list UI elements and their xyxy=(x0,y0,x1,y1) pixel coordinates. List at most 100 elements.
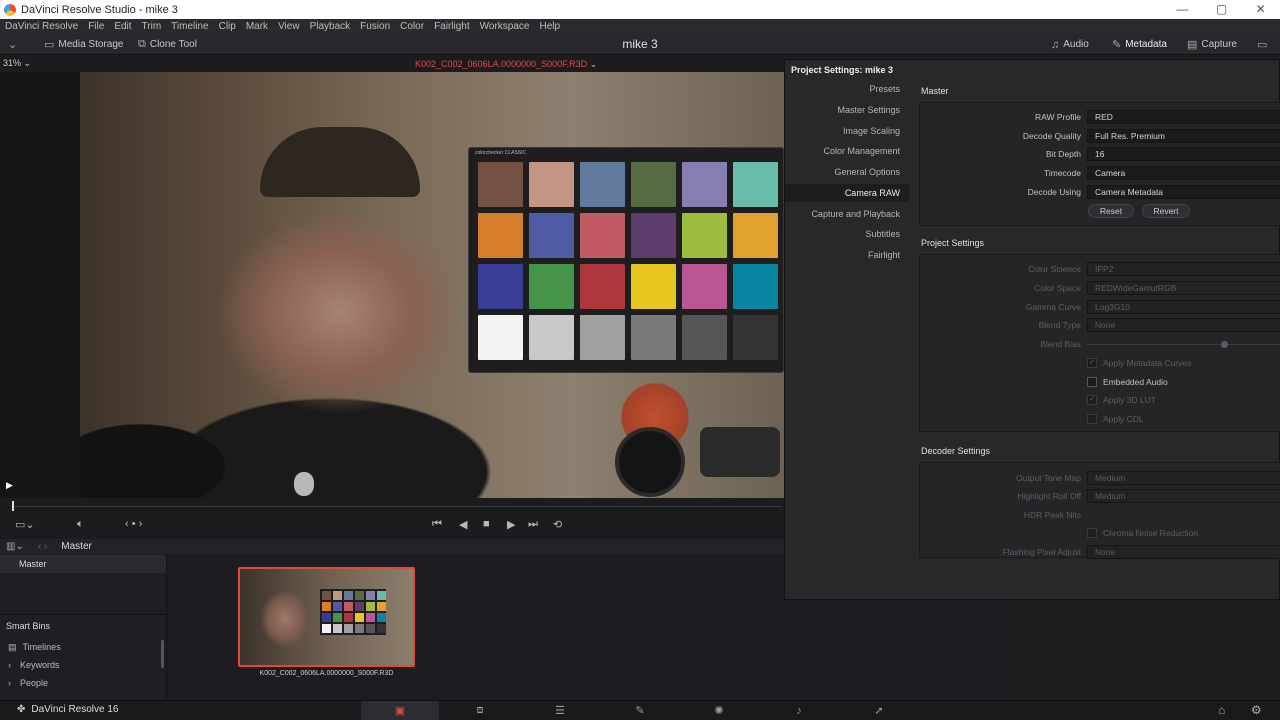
menu-fairlight[interactable]: Fairlight xyxy=(429,21,475,32)
panel-toggle-button[interactable]: ⌄ xyxy=(8,34,17,55)
viewer-mode-icon[interactable]: ▭⌄ xyxy=(15,518,35,531)
nav-camera-raw[interactable]: Camera RAW xyxy=(785,184,909,202)
chroma-noise-reduction-checkbox[interactable] xyxy=(1087,528,1097,538)
clip-thumbnail[interactable] xyxy=(238,567,415,667)
menu-color[interactable]: Color xyxy=(395,21,429,32)
page-fairlight[interactable]: ♪ xyxy=(760,701,838,720)
page-deliver[interactable]: ➚ xyxy=(840,701,918,720)
volume-icon[interactable]: 🔈︎ xyxy=(77,518,84,531)
bin-scrollbar[interactable] xyxy=(161,640,164,668)
pendant xyxy=(294,472,314,496)
page-color[interactable]: ✺ xyxy=(680,701,758,720)
apply-cdl-checkbox[interactable] xyxy=(1087,414,1097,424)
menu-playback[interactable]: Playback xyxy=(305,21,356,32)
menu-clip[interactable]: Clip xyxy=(214,21,241,32)
blend-type-select[interactable]: None xyxy=(1087,318,1280,332)
nav-subtitles[interactable]: Subtitles xyxy=(785,225,909,243)
jog-icon[interactable]: ‹ • › xyxy=(125,518,142,530)
nav-image-scaling[interactable]: Image Scaling xyxy=(785,122,909,140)
smart-bins-label: Smart Bins xyxy=(6,621,51,631)
highlight-roll-off-select[interactable]: Medium xyxy=(1087,489,1280,503)
apply-metadata-curves-checkbox[interactable]: ✓ xyxy=(1087,358,1097,368)
smart-bin-keywords[interactable]: › Keywords xyxy=(0,656,166,674)
sidebar-toggle-icon[interactable]: ▥⌄ xyxy=(6,541,24,552)
page-edit[interactable]: ☰ xyxy=(521,701,599,720)
menu-workspace[interactable]: Workspace xyxy=(475,21,535,32)
loop-icon[interactable]: ⟲ xyxy=(553,518,562,531)
menu-timeline[interactable]: Timeline xyxy=(166,21,213,32)
apply-3d-lut-checkbox[interactable]: ✓ xyxy=(1087,395,1097,405)
gear-icon[interactable]: ⚙ xyxy=(1251,703,1262,717)
menu-davinci-resolve[interactable]: DaVinci Resolve xyxy=(0,21,83,32)
media-storage-button[interactable]: ▭ Media Storage xyxy=(44,34,123,55)
reset-button[interactable]: Reset xyxy=(1088,204,1134,218)
color-patch xyxy=(682,315,727,360)
raw-profile-select[interactable]: RED xyxy=(1087,110,1280,124)
page-media[interactable]: ▣ xyxy=(361,701,439,720)
close-button[interactable]: ✕ xyxy=(1241,0,1280,19)
blend-bias-knob[interactable] xyxy=(1221,341,1228,348)
scrubber-bar[interactable] xyxy=(0,498,784,512)
lens-cap xyxy=(615,427,685,497)
color-space-select[interactable]: REDWideGamutRGB xyxy=(1087,281,1280,295)
capture-button[interactable]: ▤ Capture xyxy=(1187,34,1237,55)
nav-color-management[interactable]: Color Management xyxy=(785,142,909,160)
embedded-audio-checkbox[interactable] xyxy=(1087,377,1097,387)
monitor-button[interactable]: ▭ xyxy=(1257,34,1267,55)
color-science-select[interactable]: IPP2 xyxy=(1087,262,1280,276)
minimize-button[interactable]: — xyxy=(1163,0,1202,19)
menu-fusion[interactable]: Fusion xyxy=(355,21,395,32)
decode-using-select[interactable]: Camera Metadata xyxy=(1087,185,1280,199)
clip-name: K002_C002_0606LA.0000000_S000F.R3D xyxy=(415,59,588,69)
menu-file[interactable]: File xyxy=(83,21,109,32)
zoom-select[interactable]: 31% ⌄ xyxy=(3,58,31,69)
menu-edit[interactable]: Edit xyxy=(109,21,136,32)
menu-trim[interactable]: Trim xyxy=(137,21,167,32)
output-tone-map-select[interactable]: Medium xyxy=(1087,471,1280,485)
page-cut[interactable]: ⧈ xyxy=(441,701,519,720)
nav-presets[interactable]: Presets xyxy=(785,80,909,98)
stop-icon[interactable]: ■ xyxy=(483,518,490,530)
menu-view[interactable]: View xyxy=(273,21,305,32)
color-patch xyxy=(529,264,574,309)
go-to-end-icon[interactable]: ⏭︎ xyxy=(528,518,538,531)
timecode-select[interactable]: Camera xyxy=(1087,166,1280,180)
nav-fairlight[interactable]: Fairlight xyxy=(785,246,909,264)
menu-help[interactable]: Help xyxy=(534,21,565,32)
play-reverse-icon[interactable]: ◀ xyxy=(459,518,467,531)
app-version-label: DaVinci Resolve 16 xyxy=(31,704,119,715)
monitor-icon: ▭ xyxy=(1257,39,1268,51)
decode-quality-select[interactable]: Full Res. Premium xyxy=(1087,129,1280,143)
smart-bin-timelines[interactable]: ▤ Timelines xyxy=(0,638,166,656)
folder-icon: ▤ xyxy=(8,641,17,652)
bin-master[interactable]: Master xyxy=(0,555,166,573)
go-to-start-icon[interactable]: ⏮︎ xyxy=(432,518,442,531)
source-viewer[interactable]: colorchecker CLASSIC ▶ xyxy=(0,72,784,498)
bit-depth-select[interactable]: 16 xyxy=(1087,147,1280,161)
page-fusion[interactable]: ✎ xyxy=(601,701,679,720)
color-patch xyxy=(733,162,778,207)
nav-capture-and-playback[interactable]: Capture and Playback xyxy=(785,205,909,223)
nav-master-settings[interactable]: Master Settings xyxy=(785,101,909,119)
gamma-curve-select[interactable]: Log3G10 xyxy=(1087,300,1280,314)
color-patch xyxy=(682,162,727,207)
clip-name-select[interactable]: K002_C002_0606LA.0000000_S000F.R3D ⌄ xyxy=(415,59,597,70)
viewer-header: 31% ⌄ K002_C002_0606LA.0000000_S000F.R3D… xyxy=(0,56,784,72)
metadata-button[interactable]: ✎ Metadata xyxy=(1112,34,1167,55)
color-patch xyxy=(478,213,523,258)
playhead[interactable] xyxy=(12,501,14,511)
menu-mark[interactable]: Mark xyxy=(241,21,273,32)
flashing-pixel-adjust-select[interactable]: None xyxy=(1087,545,1280,559)
nav-general-options[interactable]: General Options xyxy=(785,163,909,181)
blend-bias-slider[interactable] xyxy=(1087,341,1280,348)
audio-button[interactable]: ♫ Audio xyxy=(1051,34,1089,55)
zoom-value: 31% xyxy=(3,58,22,68)
home-icon[interactable]: ⌂ xyxy=(1218,703,1225,717)
revert-button[interactable]: Revert xyxy=(1142,204,1190,218)
nav-arrows-icon[interactable]: ‹ › xyxy=(38,541,47,552)
clone-tool-label: Clone Tool xyxy=(149,39,197,50)
play-icon[interactable]: ▶ xyxy=(507,518,515,531)
smart-bin-people[interactable]: › People xyxy=(0,674,166,692)
maximize-button[interactable]: ▢ xyxy=(1202,0,1241,19)
clone-tool-button[interactable]: ⧉ Clone Tool xyxy=(138,34,197,55)
